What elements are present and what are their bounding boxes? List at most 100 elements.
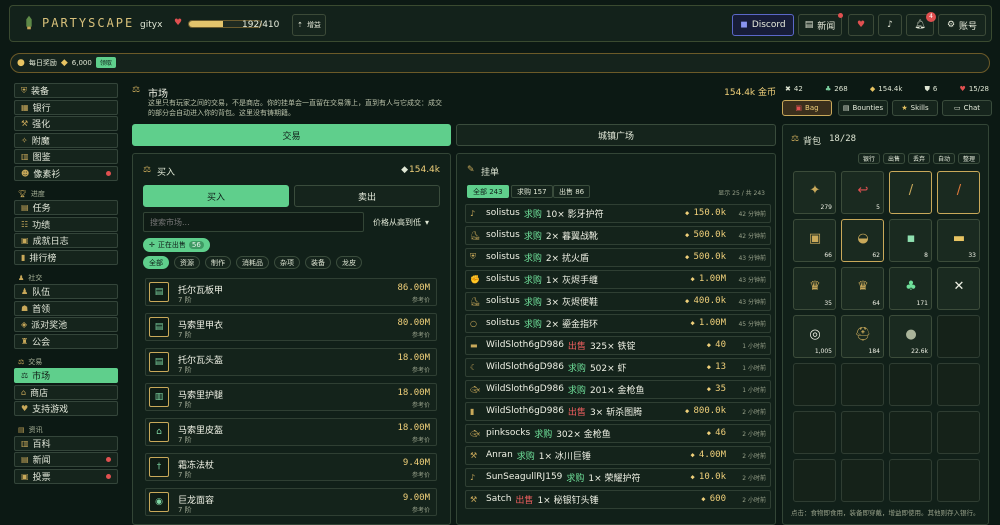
inventory-slot[interactable] [841,459,884,502]
order-row[interactable]: ▮ WildSloth6gD986 出售 3× 斩杀图腾 ◆ 800.0k 2 小时前 [465,402,771,421]
inventory-slot[interactable]: ♣ 171 [889,267,932,310]
tab-bounties[interactable]: ▤ Bounties [838,100,888,116]
order-row[interactable]: ○ solistus 求购 2× 鎏金指环 ◆ 1.00M 45 分钟前 [465,314,771,333]
sidebar-item[interactable]: ▣ 成就日志 [14,233,118,248]
order-row[interactable]: 🐟︎ pinksocks 求购 302× 金枪鱼 ◆ 46 2 小时前 [465,424,771,443]
sidebar-item[interactable]: ♟ 队伍 [14,284,118,299]
sidebar-item[interactable]: ☷ 功绩 [14,216,118,232]
inventory-slot[interactable]: ▪ 8 [889,219,932,262]
inventory-slot[interactable]: ⛑ 184 [841,315,884,358]
inventory-slot[interactable]: ♛ 35 [793,267,836,310]
tab-chat[interactable]: ▭ Chat [942,100,992,116]
app-logo[interactable]: PARTYSCAPE [42,16,134,30]
sidebar-item[interactable]: ▮ 排行榜 [14,249,118,265]
sidebar-item[interactable]: ☻ 像素衫 [14,165,118,181]
inventory-slot[interactable]: ◒ 62 [841,219,884,262]
bag-action-button[interactable]: 出售 [882,153,905,164]
inventory-slot[interactable]: ● 22.6k [889,315,932,358]
inventory-slot[interactable]: ◎ 1,005 [793,315,836,358]
inventory-slot[interactable]: ✦ 279 [793,171,836,214]
sidebar-item[interactable]: ◈ 派对奖池 [14,317,118,332]
inventory-slot[interactable] [793,363,836,406]
inventory-slot[interactable]: ▣ 66 [793,219,836,262]
orders-tab-buy[interactable]: 求购 157 [511,185,553,198]
bag-action-button[interactable]: 自动 [932,153,955,164]
inventory-slot[interactable] [937,315,980,358]
news-button[interactable]: ▤ 新闻 [798,14,842,36]
order-row[interactable]: ☾ WildSloth6gD986 求购 502× 虾 ◆ 13 1 小时前 [465,358,771,377]
inventory-slot[interactable] [793,411,836,454]
order-row[interactable]: 🐟︎ WildSloth6gD986 求购 201× 金枪鱼 ◆ 35 1 小时前 [465,380,771,399]
music-button[interactable]: ♪ [878,14,902,36]
market-item-card[interactable]: ▤ 托尔瓦头盔 7 阶 18.00M 参考价 [145,348,437,376]
buy-mode-button[interactable]: 买入 [143,185,289,207]
inventory-slot[interactable]: ♛ 64 [841,267,884,310]
order-row[interactable]: ⚒ Anran 求购 1× 冰川巨锤 ◆ 4.00M 2 小时前 [465,446,771,465]
inventory-slot[interactable] [889,363,932,406]
sell-mode-button[interactable]: 卖出 [294,185,440,207]
sidebar-item[interactable]: ⌂ 商店 [14,384,118,400]
tab-bag[interactable]: ▣ Bag [782,100,832,116]
inventory-slot[interactable] [937,411,980,454]
sidebar-item[interactable]: ▥ 图鉴 [14,149,118,164]
sidebar-item[interactable]: ♥ 支持游戏 [14,401,118,416]
inventory-slot[interactable]: ↩ 5 [841,171,884,214]
filter-chip[interactable]: 龙皮 [336,256,362,269]
tab-plaza[interactable]: 城镇广场 [456,124,776,146]
order-row[interactable]: ▬ WildSloth6gD986 出售 325× 铁锭 ◆ 40 1 小时前 [465,336,771,355]
filter-chip[interactable]: 制作 [205,256,231,269]
bag-action-button[interactable]: 整理 [957,153,980,164]
sidebar-item[interactable]: ▣ 投票 [14,468,118,484]
filter-chip[interactable]: 杂项 [274,256,300,269]
sidebar-item[interactable]: ♜ 公会 [14,333,118,349]
orders-tab-sell[interactable]: 出售 86 [553,185,591,198]
market-item-card[interactable]: ▥ 马索里护腿 7 阶 18.00M 参考价 [145,383,437,411]
inventory-slot[interactable] [841,363,884,406]
inventory-slot[interactable]: ▬ 33 [937,219,980,262]
orders-tab-all[interactable]: 全部 243 [467,185,509,198]
order-row[interactable]: ⛸ solistus 求购 3× 灰烬便鞋 ◆ 400.0k 43 分钟前 [465,292,771,311]
filter-chip[interactable]: 装备 [305,256,331,269]
favorite-button[interactable]: ♥ [848,14,874,36]
sidebar-item[interactable]: ⚒ 强化 [14,116,118,131]
market-item-card[interactable]: † 霜冻法杖 7 阶 9.40M 参考价 [145,453,437,481]
inventory-slot[interactable] [841,411,884,454]
market-item-card[interactable]: ▤ 托尔瓦板甲 7 阶 86.00M 参考价 [145,278,437,306]
order-row[interactable]: ♪ SunSeagullRJ159 求购 1× 荣耀护符 ◆ 10.0k 2 小时前 [465,468,771,487]
inventory-slot[interactable]: ✕ [937,267,980,310]
sidebar-item[interactable]: ⛨ 装备 [14,83,118,98]
filter-chip[interactable]: 资源 [174,256,200,269]
onsale-toggle[interactable]: ✛ 正在出售 56 [143,238,210,252]
sidebar-item[interactable]: ▤ 新闻 [14,452,118,467]
sidebar-item[interactable]: ✧ 附魔 [14,132,118,148]
order-row[interactable]: ♪ solistus 求购 10× 影牙护符 ◆ 150.0k 42 分钟前 [465,204,771,223]
tab-skills[interactable]: ★ Skills [892,100,938,116]
sidebar-item[interactable]: ▦ 银行 [14,99,118,115]
order-row[interactable]: ⛸ solistus 求购 2× 暮翼战靴 ◆ 500.0k 42 分钟前 [465,226,771,245]
bag-action-button[interactable]: 银行 [857,153,880,164]
inventory-slot[interactable] [889,459,932,502]
order-row[interactable]: ⚒ Satch 出售 1× 秘银钉头锤 ◆ 600 2 小时前 [465,490,771,509]
order-row[interactable]: ⛨ solistus 求购 2× 扰火盾 ◆ 500.0k 43 分钟前 [465,248,771,267]
sidebar-item[interactable]: ⚖ 市场 [14,368,118,383]
market-item-card[interactable]: ◉ 巨龙面容 7 阶 9.00M 参考价 [145,488,437,516]
tab-trade[interactable]: 交易 [132,124,451,146]
inventory-slot[interactable]: / [889,171,932,214]
account-button[interactable]: ⚙ 账号 [938,14,986,36]
search-input[interactable] [143,212,364,232]
discord-button[interactable]: ◼ Discord [732,14,794,36]
sidebar-item[interactable]: ▤ 任务 [14,200,118,215]
order-row[interactable]: ✊ solistus 求购 1× 灰烬手缠 ◆ 1.00M 43 分钟前 [465,270,771,289]
inventory-slot[interactable] [889,411,932,454]
sort-select[interactable]: 价格从高到低 ▾ [373,212,443,232]
claim-button[interactable]: 领取 [95,57,116,68]
inventory-slot[interactable] [937,363,980,406]
boost-button[interactable]: ⇡ 增益 [292,14,326,36]
inventory-slot[interactable]: / [937,171,980,214]
sidebar-item[interactable]: ▥ 百科 [14,435,118,451]
bag-action-button[interactable]: 丢弃 [907,153,930,164]
inventory-slot[interactable] [793,459,836,502]
sidebar-item[interactable]: ☗ 首领 [14,300,118,316]
market-item-card[interactable]: ▤ 马索里甲衣 7 阶 80.00M 参考价 [145,313,437,341]
market-item-card[interactable]: ⌂ 马索里皮盔 7 阶 18.00M 参考价 [145,418,437,446]
